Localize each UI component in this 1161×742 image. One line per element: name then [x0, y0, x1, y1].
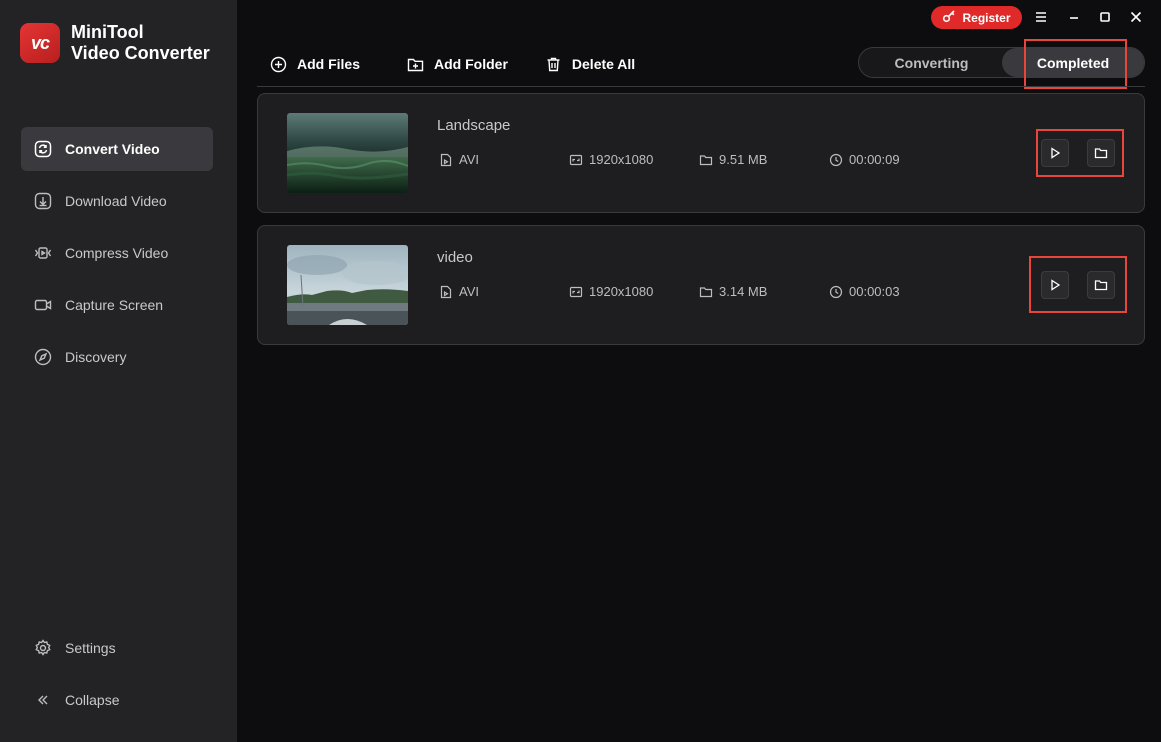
sidebar-nav: Convert Video Download Video Compress Vi… [21, 127, 213, 387]
video-thumbnail [287, 245, 408, 325]
file-size-value: 3.14 MB [719, 284, 768, 299]
collapse-icon [34, 691, 52, 709]
minimize-button[interactable] [1065, 8, 1083, 26]
file-duration-value: 00:00:03 [849, 284, 900, 299]
sidebar-item-compress-video[interactable]: Compress Video [21, 231, 213, 275]
toolbar: Add Files Add Folder Delete All [270, 54, 635, 74]
folder-icon [1094, 280, 1108, 291]
open-folder-button[interactable] [1087, 139, 1115, 167]
file-duration-value: 00:00:09 [849, 152, 900, 167]
sidebar-item-download-video[interactable]: Download Video [21, 179, 213, 223]
app-name-line2: Video Converter [71, 43, 210, 63]
file-size: 9.51 MB [699, 152, 767, 167]
tab-converting[interactable]: Converting [859, 48, 1004, 77]
video-file-icon [439, 285, 453, 299]
app-name: MiniTool Video Converter [71, 22, 210, 64]
file-resolution: 1920x1080 [569, 152, 653, 167]
gear-icon [34, 639, 52, 657]
app-logo: vc [20, 23, 60, 63]
video-file-icon [439, 153, 453, 167]
brand: vc MiniTool Video Converter [20, 22, 210, 64]
file-resolution-value: 1920x1080 [589, 152, 654, 167]
play-icon [1051, 147, 1061, 159]
file-format: AVI [439, 152, 479, 167]
add-folder-label: Add Folder [434, 56, 508, 72]
menu-button[interactable] [1032, 8, 1050, 26]
file-card: Landscape AVI 1920x1080 9.51 MB 00:00:09 [257, 93, 1145, 213]
menu-icon [1036, 12, 1046, 22]
add-file-icon [270, 56, 287, 73]
file-card: video AVI 1920x1080 3.14 MB 00:00:03 [257, 225, 1145, 345]
compass-icon [34, 348, 52, 366]
add-files-button[interactable]: Add Files [270, 56, 360, 73]
close-icon [1130, 11, 1142, 23]
folder-icon [699, 285, 713, 299]
sidebar-bottom: Settings Collapse [21, 626, 213, 730]
sidebar-item-collapse[interactable]: Collapse [21, 678, 213, 722]
toolbar-divider [257, 86, 1145, 87]
maximize-icon [1100, 12, 1110, 22]
sidebar-item-capture-screen[interactable]: Capture Screen [21, 283, 213, 327]
tab-completed[interactable]: Completed [1002, 48, 1144, 77]
sidebar-item-label: Compress Video [65, 245, 169, 261]
maximize-button[interactable] [1096, 8, 1114, 26]
file-title: Landscape [437, 117, 511, 134]
download-icon [34, 192, 52, 210]
resolution-icon [569, 285, 583, 299]
video-thumbnail [287, 113, 408, 193]
convert-icon [34, 140, 52, 158]
file-resolution-value: 1920x1080 [589, 284, 654, 299]
file-size: 3.14 MB [699, 284, 767, 299]
key-icon [942, 9, 956, 26]
resolution-icon [569, 153, 583, 167]
camera-icon [34, 296, 52, 314]
delete-all-button[interactable]: Delete All [545, 56, 635, 73]
play-button[interactable] [1041, 271, 1069, 299]
close-button[interactable] [1127, 8, 1145, 26]
file-duration: 00:00:03 [829, 284, 900, 299]
tab-completed-label: Completed [1036, 54, 1110, 71]
file-format: AVI [439, 284, 479, 299]
folder-icon [699, 153, 713, 167]
sidebar-item-label: Convert Video [65, 141, 160, 157]
status-tab-switch: Converting Completed [858, 47, 1145, 78]
file-format-value: AVI [459, 152, 479, 167]
sidebar: vc MiniTool Video Converter Convert Vide… [0, 0, 237, 742]
sidebar-item-label: Settings [65, 640, 116, 656]
add-files-label: Add Files [297, 56, 361, 72]
folder-icon [1094, 148, 1108, 159]
minimize-icon [1070, 17, 1078, 19]
file-size-value: 9.51 MB [719, 152, 768, 167]
add-folder-button[interactable]: Add Folder [407, 56, 508, 73]
add-folder-icon [407, 56, 424, 73]
clock-icon [829, 285, 843, 299]
delete-all-label: Delete All [571, 56, 636, 72]
compress-icon [34, 244, 52, 262]
register-button[interactable]: Register [931, 6, 1022, 29]
clock-icon [829, 153, 843, 167]
sidebar-item-label: Discovery [65, 349, 127, 365]
open-folder-button[interactable] [1087, 271, 1115, 299]
logo-text: vc [30, 32, 50, 53]
register-label: Register [962, 10, 1011, 25]
app-name-line1: MiniTool [71, 22, 144, 42]
sidebar-item-label: Collapse [65, 692, 120, 708]
sidebar-item-label: Download Video [65, 193, 167, 209]
file-title: video [437, 249, 473, 266]
sidebar-item-convert-video[interactable]: Convert Video [21, 127, 213, 171]
sidebar-item-label: Capture Screen [65, 297, 164, 313]
file-format-value: AVI [459, 284, 479, 299]
tab-converting-label: Converting [894, 54, 969, 71]
file-resolution: 1920x1080 [569, 284, 653, 299]
sidebar-item-discovery[interactable]: Discovery [21, 335, 213, 379]
trash-icon [545, 56, 562, 73]
play-icon [1051, 279, 1061, 291]
file-duration: 00:00:09 [829, 152, 900, 167]
sidebar-item-settings[interactable]: Settings [21, 626, 213, 670]
play-button[interactable] [1041, 139, 1069, 167]
